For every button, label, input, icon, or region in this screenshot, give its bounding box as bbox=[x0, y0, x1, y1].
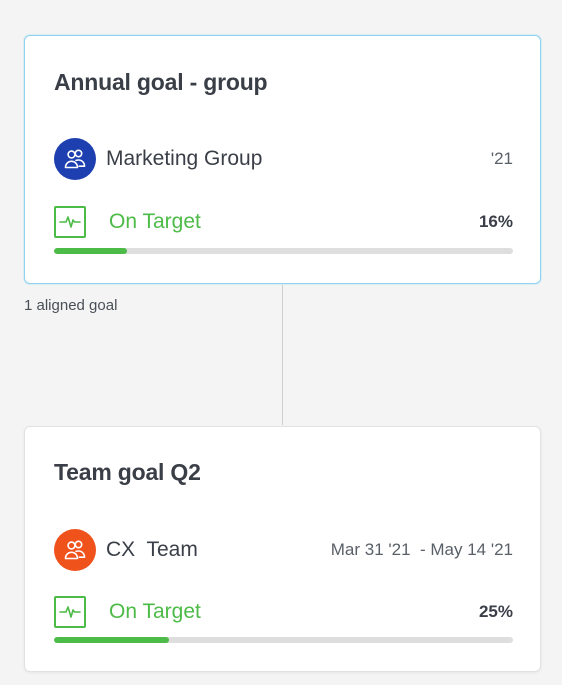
goal-owner-name[interactable]: CX Team bbox=[106, 538, 198, 562]
status-label: On Target bbox=[109, 210, 201, 233]
progress-bar-fill bbox=[54, 637, 169, 643]
progress-bar bbox=[54, 637, 513, 643]
group-icon bbox=[54, 138, 96, 180]
activity-pulse-icon bbox=[54, 206, 86, 238]
goal-alignment-view: Annual goal - group Marketing Group '21 … bbox=[0, 0, 562, 685]
child-goal-card[interactable]: Team goal Q2 CX Team Mar 31 '21 - May 14… bbox=[24, 426, 541, 672]
goal-title[interactable]: Annual goal - group bbox=[54, 69, 268, 96]
group-icon bbox=[54, 529, 96, 571]
goal-title[interactable]: Team goal Q2 bbox=[54, 459, 201, 486]
goal-owner-row: Marketing Group '21 bbox=[54, 137, 513, 181]
parent-goal-card[interactable]: Annual goal - group Marketing Group '21 … bbox=[24, 35, 541, 284]
progress-percent: 16% bbox=[478, 212, 513, 231]
alignment-connector-line bbox=[282, 285, 283, 425]
status-label: On Target bbox=[109, 600, 201, 623]
progress-percent: 25% bbox=[478, 602, 513, 621]
progress-bar-fill bbox=[54, 248, 128, 254]
activity-pulse-icon bbox=[54, 596, 86, 628]
aligned-goals-count[interactable]: 1 aligned goal bbox=[24, 297, 117, 314]
goal-owner-name[interactable]: Marketing Group bbox=[106, 147, 262, 171]
progress-bar bbox=[54, 248, 513, 254]
goal-status-row: On Target 25% bbox=[54, 594, 513, 630]
goal-status-row: On Target 16% bbox=[54, 204, 513, 240]
goal-owner-row: CX Team Mar 31 '21 - May 14 '21 bbox=[54, 528, 513, 572]
goal-period: Mar 31 '21 - May 14 '21 bbox=[330, 540, 513, 559]
goal-period: '21 bbox=[490, 149, 513, 168]
